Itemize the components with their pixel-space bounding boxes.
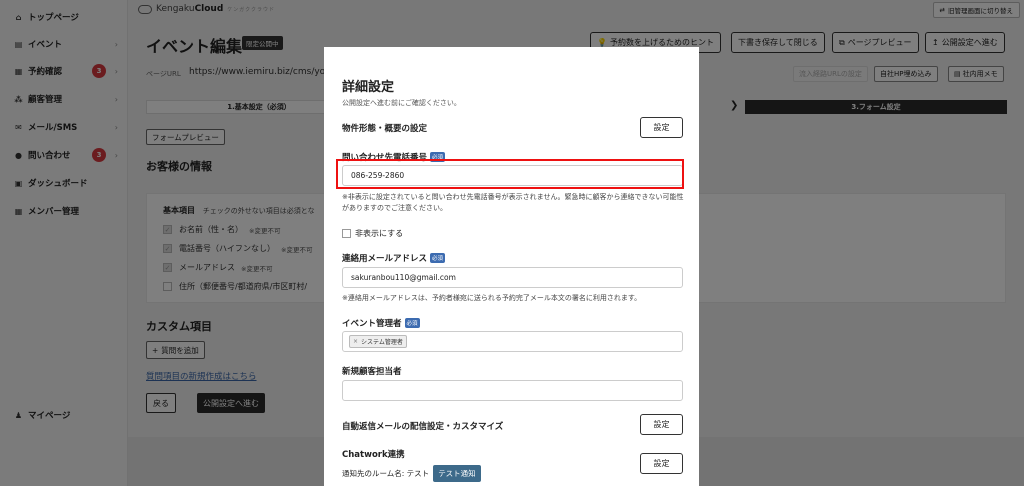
- chatwork-room-name: 通知先のルーム名: テスト: [342, 469, 430, 478]
- chatwork-label: Chatwork連携: [342, 450, 405, 460]
- manager-select[interactable]: × システム管理者: [342, 331, 683, 352]
- property-settings-label: 物件形態・概要の設定: [342, 124, 428, 134]
- email-label: 連絡用メールアドレス 必須: [342, 252, 446, 264]
- new-customer-field[interactable]: [342, 380, 683, 401]
- manager-tag[interactable]: × システム管理者: [349, 335, 407, 348]
- auto-mail-label: 自動返信メールの配信設定・カスタマイズ: [342, 422, 504, 432]
- required-badge: 必須: [404, 318, 420, 328]
- hide-phone-label: 非表示にする: [355, 229, 404, 238]
- modal-subtitle: 公開設定へ進む前にご確認ください。: [342, 99, 461, 107]
- required-badge: 必須: [430, 253, 446, 263]
- email-note: ※連絡用メールアドレスは、予約者様宛に送られる予約完了メール本文の署名に利用され…: [342, 294, 642, 302]
- detail-settings-modal: 詳細設定 公開設定へ進む前にご確認ください。 物件形態・概要の設定 設定 問い合…: [324, 47, 699, 486]
- property-settings-button[interactable]: 設定: [640, 117, 683, 138]
- auto-mail-settings-button[interactable]: 設定: [640, 414, 683, 435]
- new-customer-label: 新規顧客担当者: [342, 367, 402, 377]
- checkbox-unchecked[interactable]: [342, 229, 351, 238]
- remove-tag-icon[interactable]: ×: [353, 338, 358, 345]
- manager-label-text: イベント管理者: [342, 319, 402, 329]
- manager-label: イベント管理者 必須: [342, 317, 420, 329]
- test-notify-button[interactable]: テスト通知: [433, 465, 481, 482]
- chatwork-settings-button[interactable]: 設定: [640, 453, 683, 474]
- email-field[interactable]: sakuranbou110@gmail.com: [342, 267, 683, 288]
- highlight-box: [336, 159, 684, 189]
- email-label-text: 連絡用メールアドレス: [342, 254, 428, 264]
- modal-title: 詳細設定: [342, 80, 395, 95]
- hide-phone-checkbox[interactable]: 非表示にする: [342, 228, 403, 239]
- phone-note: ※非表示に設定されていると問い合わせ先電話番号が表示されません。緊急時に顧客から…: [342, 193, 684, 212]
- manager-tag-label: システム管理者: [361, 339, 403, 346]
- chatwork-room: 通知先のルーム名: テスト テスト通知: [342, 465, 481, 482]
